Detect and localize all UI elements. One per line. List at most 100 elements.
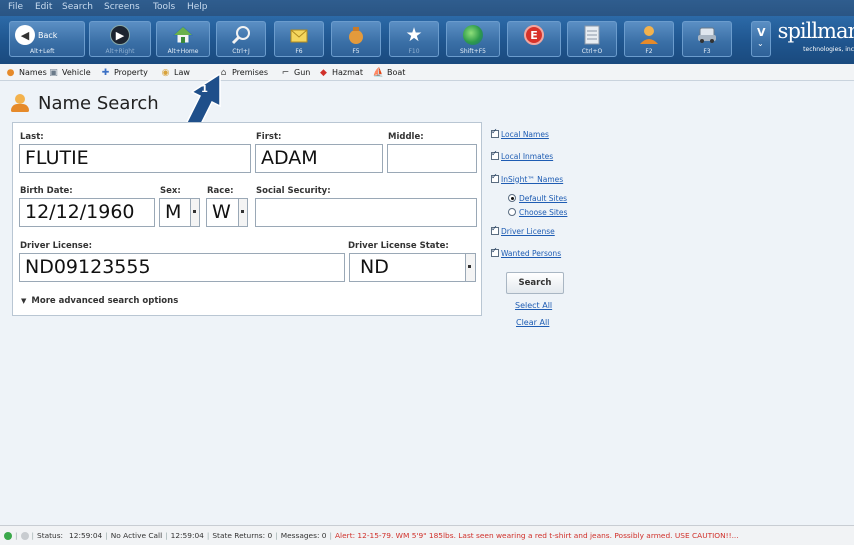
more-label: V [757,26,766,39]
option-local-names[interactable]: Local Names [491,127,549,140]
alert-message[interactable]: Alert: 12-15-79. WM 5'9" 185lbs. Last se… [335,531,739,540]
option-insight-names[interactable]: InSight™ Names [491,172,563,185]
mail-icon [288,24,310,46]
bag-shortcut: F5 [352,48,360,55]
menu-help[interactable]: Help [187,2,208,12]
bag-button[interactable]: F5 [331,21,381,57]
race-dropdown-arrow[interactable] [239,198,248,227]
status-label: Status: [37,531,64,540]
dl-state-select[interactable]: ND [349,253,466,282]
globe-shortcut: Shift+F5 [460,48,486,55]
car-icon [696,24,718,46]
globe-button[interactable]: Shift+F5 [446,21,500,57]
module-boat[interactable]: ⛵ Boat [372,66,406,79]
birth-date-field[interactable]: 12/12/1960 [19,198,155,227]
menu-screens[interactable]: Screens [104,2,140,12]
search-button[interactable]: Search [506,272,564,294]
magnifier-icon [230,24,252,46]
back-arrow-icon: ◀ [15,25,35,45]
forward-arrow-icon: ▶ [110,25,130,45]
last-name-field[interactable]: FLUTIE [19,144,251,173]
menu-search[interactable]: Search [62,2,93,12]
choose-sites-radio[interactable] [508,208,516,216]
mail-shortcut: F6 [295,48,303,55]
more-options-toggle[interactable]: ▼ More advanced search options [21,296,178,306]
sex-dropdown-arrow[interactable] [191,198,200,227]
first-name-field[interactable]: ADAM [255,144,383,173]
document-button[interactable]: Ctrl+O [567,21,617,57]
option-driver-license[interactable]: Driver License [491,224,555,237]
last-label: Last: [20,132,44,142]
menu-bar: File Edit Search Screens Tools Help [0,0,854,16]
module-names-label: Names [19,68,47,77]
messages-status[interactable]: Messages: 0 [281,531,327,540]
money-bag-icon [345,24,367,46]
emergency-button[interactable]: E [507,21,561,57]
more-toolbar-button[interactable]: V ⌄ [751,21,771,57]
module-property[interactable]: ✚ Property [100,66,148,79]
module-bar: ● Names ▣ Vehicle ✚ Property ◉ Law ⌂ Pre… [0,64,854,81]
local-names-checkbox[interactable] [491,127,499,138]
forward-button[interactable]: ▶ Alt+Right [89,21,151,57]
vehicle-button[interactable]: F3 [682,21,732,57]
local-inmates-label[interactable]: Local Inmates [501,152,553,161]
emergency-e-icon: E [524,25,544,45]
active-call-status[interactable]: No Active Call [111,531,162,540]
driver-license-checkbox[interactable] [491,224,499,235]
wanted-persons-label[interactable]: Wanted Persons [501,249,561,258]
wanted-persons-checkbox[interactable] [491,246,499,257]
page-header: Name Search [10,90,159,116]
boat-icon: ⛵ [372,67,385,78]
race-select[interactable]: W [206,198,239,227]
status-green-icon [4,531,12,540]
mail-button[interactable]: F6 [274,21,324,57]
option-choose-sites[interactable]: Choose Sites [508,206,567,218]
logo-brand: spillman [777,19,854,43]
name-search-form: Last: FLUTIE First: ADAM Middle: Birth D… [12,122,482,316]
menu-file[interactable]: File [8,2,23,12]
callout-number: 1 [201,84,208,95]
dl-state-dropdown-arrow[interactable] [466,253,476,282]
option-wanted-persons[interactable]: Wanted Persons [491,246,561,259]
select-all-link[interactable]: Select All [515,301,552,310]
insight-names-checkbox[interactable] [491,172,499,183]
default-sites-label[interactable]: Default Sites [519,194,567,203]
driver-license-field[interactable]: ND09123555 [19,253,345,282]
ssn-label: Social Security: [256,186,331,196]
globe-icon [463,25,483,45]
module-gun[interactable]: ⌐ Gun [280,66,311,79]
driver-license-option-label[interactable]: Driver License [501,227,555,236]
home-icon [172,24,194,46]
sex-select[interactable]: M [159,198,191,227]
page-title: Name Search [38,92,159,114]
search-toolbar-button[interactable]: Ctrl+J [216,21,266,57]
favorite-button[interactable]: ★ F10 [389,21,439,57]
module-hazmat[interactable]: ◆ Hazmat [318,66,363,79]
module-names[interactable]: ● Names [5,66,47,79]
option-local-inmates[interactable]: Local Inmates [491,149,553,162]
status-time: 12:59:04 [69,531,103,540]
insight-names-label[interactable]: InSight™ Names [501,175,563,184]
middle-name-field[interactable] [387,144,477,173]
module-vehicle-label: Vehicle [62,68,91,77]
person-button[interactable]: F2 [624,21,674,57]
module-vehicle[interactable]: ▣ Vehicle [48,66,91,79]
choose-sites-label[interactable]: Choose Sites [519,208,567,217]
menu-edit[interactable]: Edit [35,2,52,12]
local-inmates-checkbox[interactable] [491,149,499,160]
default-sites-radio[interactable] [508,194,516,202]
back-button[interactable]: ◀ Back Alt+Left [9,21,85,57]
state-returns-status[interactable]: State Returns: 0 [212,531,272,540]
module-hazmat-label: Hazmat [332,68,363,77]
person-icon: ● [6,67,15,78]
option-default-sites[interactable]: Default Sites [508,192,567,204]
clear-all-link[interactable]: Clear All [516,318,549,327]
menu-tools[interactable]: Tools [153,2,175,12]
module-boat-label: Boat [387,68,406,77]
local-names-label[interactable]: Local Names [501,130,549,139]
car-icon: ▣ [49,67,58,78]
ssn-field[interactable] [255,198,477,227]
home-button[interactable]: Alt+Home [156,21,210,57]
dl-state-label: Driver License State: [348,241,449,251]
birth-date-label: Birth Date: [20,186,73,196]
